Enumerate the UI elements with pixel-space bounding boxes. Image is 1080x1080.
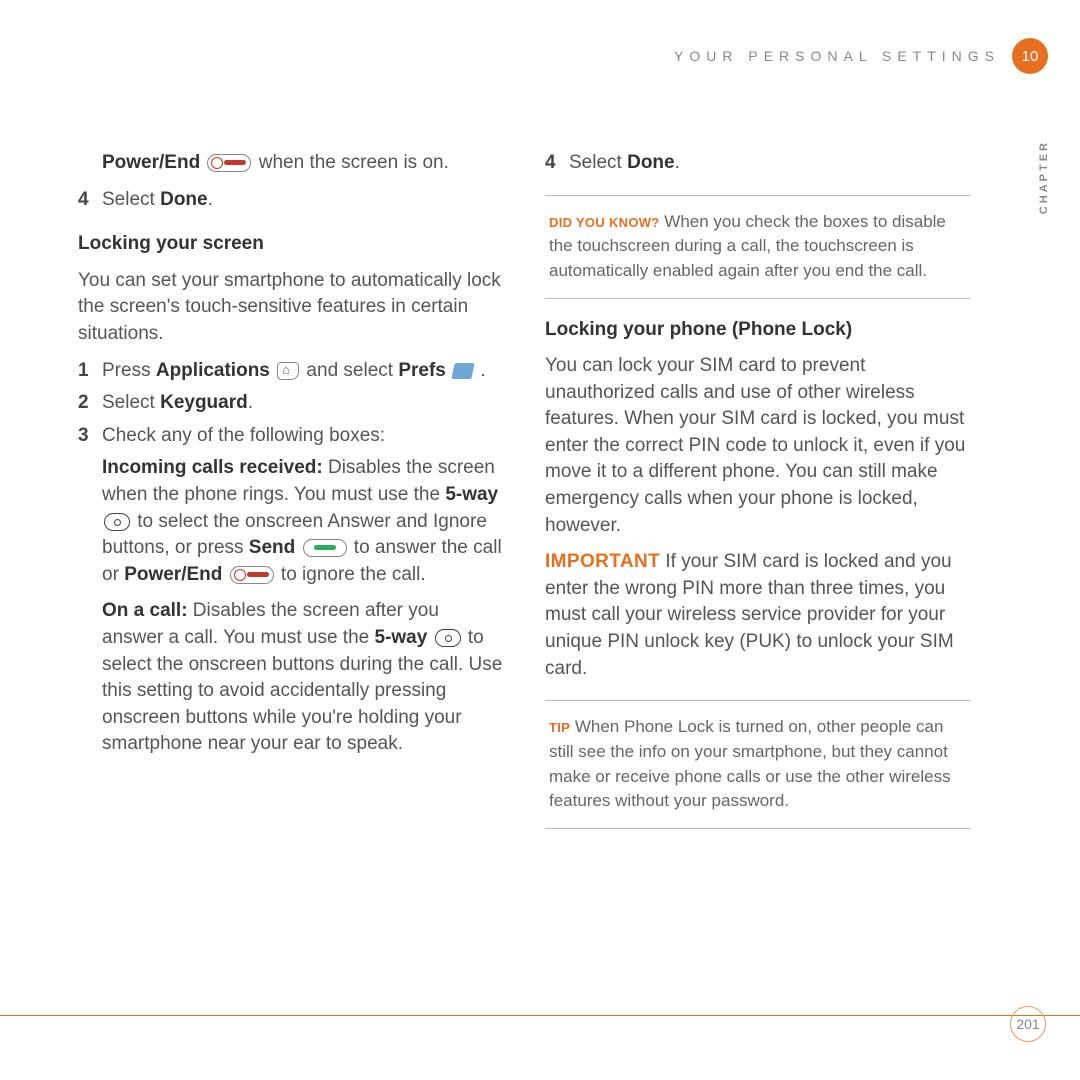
page-header: YOUR PERSONAL SETTINGS — [674, 48, 1000, 64]
intro-rest: when the screen is on. — [259, 152, 449, 173]
power-end-icon — [230, 566, 274, 584]
power-end-label: Power/End — [102, 152, 200, 173]
step-2: 2 Select Keyguard. — [78, 390, 503, 417]
prefs-icon — [451, 363, 474, 379]
intro-line: Power/End when the screen is on. — [102, 150, 503, 177]
step-number: 4 — [78, 187, 102, 214]
on-a-call-block: On a call: Disables the screen after you… — [102, 598, 503, 758]
power-end-icon — [207, 154, 251, 172]
page-content: Power/End when the screen is on. 4 Selec… — [78, 150, 970, 970]
send-icon — [303, 539, 347, 557]
applications-icon — [277, 362, 299, 380]
locking-screen-para: You can set your smartphone to automatic… — [78, 268, 503, 348]
five-way-icon — [435, 629, 461, 647]
five-way-icon — [104, 513, 130, 531]
tip-box: TIP When Phone Lock is turned on, other … — [545, 700, 970, 829]
right-step-4: 4 Select Done. — [545, 150, 970, 177]
important-block: IMPORTANT If your SIM card is locked and… — [545, 549, 970, 682]
chapter-number-badge: 10 — [1012, 38, 1048, 74]
chapter-side-label: CHAPTER — [1038, 140, 1050, 214]
incoming-calls-block: Incoming calls received: Disables the sc… — [102, 455, 503, 588]
step-body: Select Done. — [102, 187, 503, 214]
did-you-know-box: DID YOU KNOW? When you check the boxes t… — [545, 195, 970, 299]
important-label: IMPORTANT — [545, 551, 660, 572]
page-number: 201 — [1010, 1006, 1046, 1042]
phone-lock-para: You can lock your SIM card to prevent un… — [545, 353, 970, 539]
heading-locking-screen: Locking your screen — [78, 231, 503, 258]
tip-label: TIP — [549, 720, 570, 735]
did-you-know-label: DID YOU KNOW? — [549, 215, 660, 230]
heading-phone-lock: Locking your phone (Phone Lock) — [545, 317, 970, 344]
left-step-4: 4 Select Done. — [78, 187, 503, 214]
step-1: 1 Press Applications and select Prefs . — [78, 358, 503, 385]
step-3: 3 Check any of the following boxes: — [78, 423, 503, 450]
footer-rule-orange — [0, 1015, 1080, 1016]
